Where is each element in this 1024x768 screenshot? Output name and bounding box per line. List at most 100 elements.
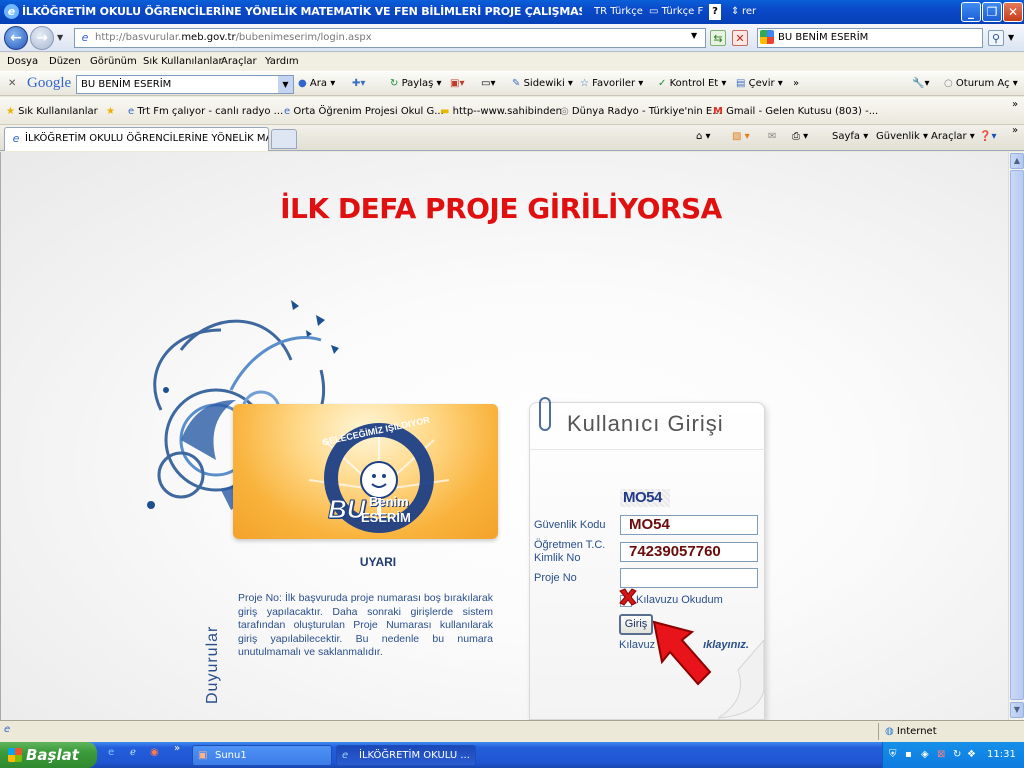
fav-item[interactable]: e Trt Fm çalıyor - canlı radyo ... [128,106,283,117]
menu-tools[interactable]: Araçlar [221,56,257,67]
tray-shield-icon[interactable]: ⛨ [889,742,897,768]
project-no-label: Proje No [534,572,577,584]
logo-eserim-text: ESERİM [361,510,411,525]
red-x-mark-icon [619,588,637,606]
keyboard-indicator[interactable]: ▭ Türkçe F [649,4,703,20]
page-menu[interactable]: Sayfa ▾ [832,131,868,142]
taskbar-ie[interactable]: e İLKÖĞRETİM OKULU ... [336,745,476,766]
fav-more-chevron-icon[interactable]: » [1012,99,1018,110]
search-input[interactable]: BU BENİM ESERİM [757,28,983,48]
add-favorite-icon[interactable]: ★ [106,106,115,117]
sidewiki-button[interactable]: ✎ Sidewiki ▾ [512,78,573,89]
fav-item[interactable]: e Orta Öğrenim Projesi Okul G... [284,106,444,117]
close-toolbar-icon[interactable]: ✕ [8,78,16,89]
print-icon[interactable]: ⎙ ▾ [792,131,808,142]
fav-item[interactable]: ▬ http--www.sahibinden [440,106,562,117]
menu-favorites[interactable]: Sık Kullanılanlar [143,56,223,67]
page-icon: e [128,106,135,117]
forward-button[interactable]: → [30,26,54,50]
feeds-icon[interactable]: ▧ ▾ [732,131,750,142]
wrench-icon[interactable]: 🔧▾ [912,78,929,89]
spellcheck-button[interactable]: ✓ Kontrol Et ▾ [658,78,726,89]
window-titlebar: e İLKÖĞRETİM OKULU ÖĞRENCİLERİNE YÖNELİK… [0,0,1024,24]
window-title: İLKÖĞRETİM OKULU ÖĞRENCİLERİNE YÖNELİK M… [22,5,582,18]
mail-icon[interactable]: ✉ [768,131,776,142]
address-dropdown-icon[interactable]: ▼ [691,31,697,40]
translate-label: Çevir [748,78,775,89]
help-icon[interactable]: ? [709,4,721,20]
restore-button[interactable]: ❐ [982,2,1002,22]
translate-button[interactable]: ▤ Çevir ▾ [736,78,783,89]
teacher-id-input[interactable]: 74239057760 [620,542,758,562]
menu-help[interactable]: Yardım [265,56,299,67]
tab-active[interactable]: e İLKÖĞRETİM OKULU ÖĞRENCİLERİNE YÖNELİK… [4,127,269,151]
fav-item-label: http--www.sahibinden [452,106,562,117]
windows-logo-icon [8,748,22,762]
fav-item[interactable]: ◎ Dünya Radyo - Türkiye'nin E... [560,106,722,117]
menu-view[interactable]: Görünüm [90,56,137,67]
clock[interactable]: 11:31 [987,742,1016,768]
search-options-icon[interactable]: ▼ [1008,33,1014,42]
favorites-button[interactable]: ☆ Favoriler ▾ [580,78,643,89]
google-search-input[interactable]: BU BENİM ESERİM ▼ [76,75,294,94]
start-button[interactable]: Başlat [0,742,97,768]
blocker-icon[interactable]: ▣▾ [450,78,464,89]
page-heading: İLK DEFA PROJE GİRİLİYORSA [280,192,722,225]
fav-item[interactable]: M Gmail - Gelen Kutusu (803) -... [713,106,878,117]
safety-menu[interactable]: Güvenlik ▾ [876,131,928,142]
keyboard-icon: ▭ [649,6,659,17]
search-button-icon[interactable]: ⚲ [988,30,1004,46]
more-chevron-icon[interactable]: » [793,78,799,89]
back-button[interactable]: ← [4,26,28,50]
announcements-label: Duyurular [204,625,221,704]
tray-volume-icon[interactable]: ◈ [921,742,929,768]
vertical-scrollbar[interactable]: ▲ ▼ [1008,152,1024,720]
tray-update-icon[interactable]: ↻ [953,742,961,768]
google-search-button[interactable]: ● Ara ▾ [298,78,335,89]
tray-alert-icon[interactable]: ⊠ [937,742,945,768]
menu-edit[interactable]: Düzen [49,56,81,67]
new-tab-button[interactable] [271,129,297,149]
quicklaunch-ie-icon[interactable]: e [108,747,114,758]
language-indicator[interactable]: TR Türkçe [594,4,643,20]
google-search-dropdown-icon[interactable]: ▼ [278,76,293,93]
globe-icon: ◍ [885,726,894,737]
help-menu-icon[interactable]: ❓▾ [979,131,996,142]
security-code-input[interactable]: MO54 [620,515,758,535]
page-icon: e [81,31,89,44]
close-button[interactable]: ✕ [1003,2,1023,22]
favorites-center-button[interactable]: ★ Sık Kullanılanlar [6,106,98,117]
menu-file[interactable]: Dosya [7,56,38,67]
plus-icon[interactable]: ✚▾ [352,78,365,89]
project-no-input[interactable] [620,568,758,588]
tray-network-icon[interactable]: ▪ [905,742,912,768]
home-icon[interactable]: ⌂ ▾ [696,131,711,142]
tray-misc-icon[interactable]: ❖ [967,742,976,768]
tab-bar: e İLKÖĞRETİM OKULU ÖĞRENCİLERİNE YÖNELİK… [0,125,1024,151]
security-zone[interactable]: ◍ Internet [878,723,1018,740]
favorites-star-icon: ★ [6,106,15,117]
url-path: /bubenimeserim/login.aspx [235,32,372,43]
tools-more-chevron-icon[interactable]: » [1012,125,1018,136]
quicklaunch-more-icon[interactable]: » [174,743,180,754]
radio-icon: ◎ [560,106,569,117]
status-bar: e ◍ Internet [0,720,1024,742]
url-domain: meb.gov.tr [181,32,236,43]
quicklaunch-ie2-icon[interactable]: ℯ [130,747,136,758]
address-input[interactable]: e http://basvurular.meb.gov.tr/bubenimes… [74,28,706,48]
scroll-up-icon[interactable]: ▲ [1010,153,1024,169]
history-dropdown-icon[interactable]: ▼ [57,33,63,42]
minimize-button[interactable]: _ [961,2,981,22]
scroll-down-icon[interactable]: ▼ [1010,702,1024,718]
stop-icon[interactable]: ✕ [732,30,748,46]
taskbar-powerpoint[interactable]: ▣ Sunu1 [192,745,332,766]
quicklaunch-opera-icon[interactable]: ◉ [150,747,159,758]
guide-checkbox-label: Kılavuzu Okudum [636,594,723,606]
lang-restore-icon[interactable]: ⇕ [731,4,739,20]
scroll-thumb[interactable] [1010,170,1024,700]
signin-button[interactable]: ○ Oturum Aç ▾ [944,78,1018,89]
refresh-icon[interactable]: ⇆ [710,30,726,46]
rect-icon[interactable]: ▭▾ [481,78,495,89]
share-button[interactable]: ↻ Paylaş ▾ [390,78,442,89]
tools-menu[interactable]: Araçlar ▾ [931,131,975,142]
